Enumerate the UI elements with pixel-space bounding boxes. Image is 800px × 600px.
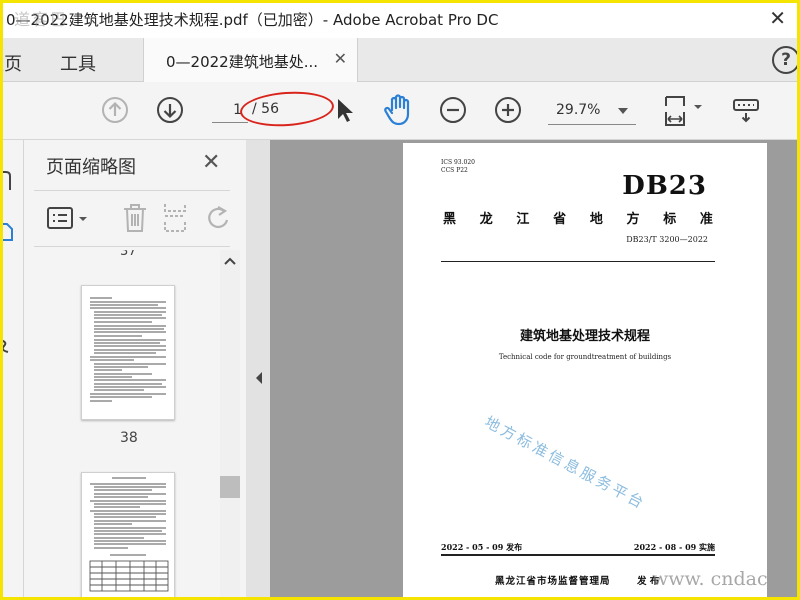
divider (441, 261, 715, 262)
thumbnail-scrollbar[interactable] (220, 250, 240, 600)
publish-date: 2022 - 05 - 09 发布 (441, 542, 523, 552)
hand-tool-icon[interactable] (382, 93, 414, 127)
pdf-page: ICS 93.020 CCS P22 DB23 黑 龙 江 省 地 方 标 准 … (403, 143, 767, 600)
help-icon[interactable]: ? (772, 46, 800, 74)
category-char: 龙 (479, 212, 493, 227)
fit-page-icon[interactable] (662, 94, 708, 128)
pane-title: 页面缩略图 (46, 157, 136, 178)
document-subtitle: Technical code for groundtreatment of bu… (498, 353, 672, 361)
category-char: 江 (516, 212, 530, 227)
ccs-line: CCS P22 (441, 167, 468, 174)
collapse-pane-icon[interactable] (254, 370, 264, 386)
delete-icon[interactable] (120, 202, 150, 234)
annotation-ellipse (238, 88, 336, 130)
tab-document[interactable]: 0—2022建筑地基处... ✕ (143, 38, 358, 82)
zoom-dropdown[interactable]: 29.7% (548, 99, 636, 125)
next-page-icon[interactable] (155, 95, 185, 125)
thumbnail-text-lines (90, 297, 166, 402)
tab-document-label: 0—2022建筑地基处... (166, 53, 319, 71)
page-thumbnails-icon[interactable] (0, 220, 16, 242)
implement-date: 2022 - 08 - 09 实施 (633, 542, 715, 552)
scrollbar-thumb[interactable] (220, 476, 240, 498)
keyboard-icon[interactable] (732, 95, 760, 125)
window-title: 0—2022建筑地基处理技术规程.pdf（已加密）- Adobe Acrobat… (6, 11, 499, 29)
divider (34, 190, 230, 191)
bookmark-icon[interactable] (0, 170, 12, 192)
toolbar: 1 / 56 29.7% (0, 82, 800, 140)
standard-category: 黑 龙 江 省 地 方 标 准 (443, 208, 713, 227)
page-thumbnail[interactable] (81, 472, 175, 600)
document-view[interactable]: ICS 93.020 CCS P22 DB23 黑 龙 江 省 地 方 标 准 … (270, 140, 800, 600)
chevron-up-icon[interactable] (223, 256, 237, 266)
category-char: 方 (626, 212, 640, 227)
title-bar: 0—2022建筑地基处理技术规程.pdf（已加密）- Adobe Acrobat… (0, 0, 800, 38)
document-title: 建筑地基处理技术规程 (519, 329, 650, 344)
issuer: 黑龙江省市场监督管理局 (495, 576, 611, 587)
attachment-icon[interactable] (0, 280, 10, 306)
ics-code: ICS 93.020 CCS P22 (441, 159, 475, 175)
left-nav-strip (0, 140, 24, 600)
standard-number: DB23/T 3200—2022 (626, 235, 708, 244)
previous-page-icon[interactable] (100, 95, 130, 125)
category-char: 准 (699, 212, 713, 227)
thumbnail-page-label: 38 (120, 430, 138, 446)
chevron-down-icon (618, 108, 628, 114)
zoom-out-icon[interactable] (438, 95, 468, 125)
pane-splitter[interactable] (246, 140, 270, 600)
select-tool-icon[interactable] (330, 95, 360, 125)
page-thumbnail[interactable] (81, 285, 175, 420)
rotate-icon[interactable] (204, 202, 234, 234)
tab-tools[interactable]: 工具 (60, 50, 96, 76)
divider (34, 246, 230, 247)
zoom-in-icon[interactable] (493, 95, 523, 125)
platform-stamp: 地方标准信息服务平台 (481, 412, 650, 514)
category-char: 地 (589, 212, 603, 227)
standard-code: DB23 (622, 171, 707, 201)
thumbnail-page-label: 37 (120, 250, 137, 259)
watermark-text: 道客巴 (14, 10, 69, 29)
category-char: 标 (663, 212, 677, 227)
tab-close-icon[interactable]: ✕ (334, 49, 347, 68)
zoom-value: 29.7% (556, 102, 601, 118)
window-close-button[interactable]: ✕ (769, 6, 786, 30)
category-char: 省 (553, 212, 567, 227)
ics-line: ICS 93.020 (441, 159, 475, 166)
category-char: 黑 (443, 212, 457, 227)
divider (441, 554, 715, 556)
pane-toolbar (24, 198, 246, 246)
options-menu-icon[interactable] (46, 206, 90, 232)
tab-bar: 主页 工具 0—2022建筑地基处... ✕ ? (0, 38, 800, 82)
thumbnail-list: 37 38 (24, 250, 220, 600)
watermark-bottom: www. cndac (652, 568, 768, 590)
thumbnails-pane: 页面缩略图 ✕ 37 38 (24, 140, 246, 600)
layers-icon[interactable] (0, 332, 12, 354)
thumbnail-text-lines (89, 477, 169, 592)
tab-home[interactable]: 主页 (0, 50, 22, 76)
extract-page-icon[interactable] (160, 202, 190, 234)
close-icon[interactable]: ✕ (202, 150, 220, 175)
